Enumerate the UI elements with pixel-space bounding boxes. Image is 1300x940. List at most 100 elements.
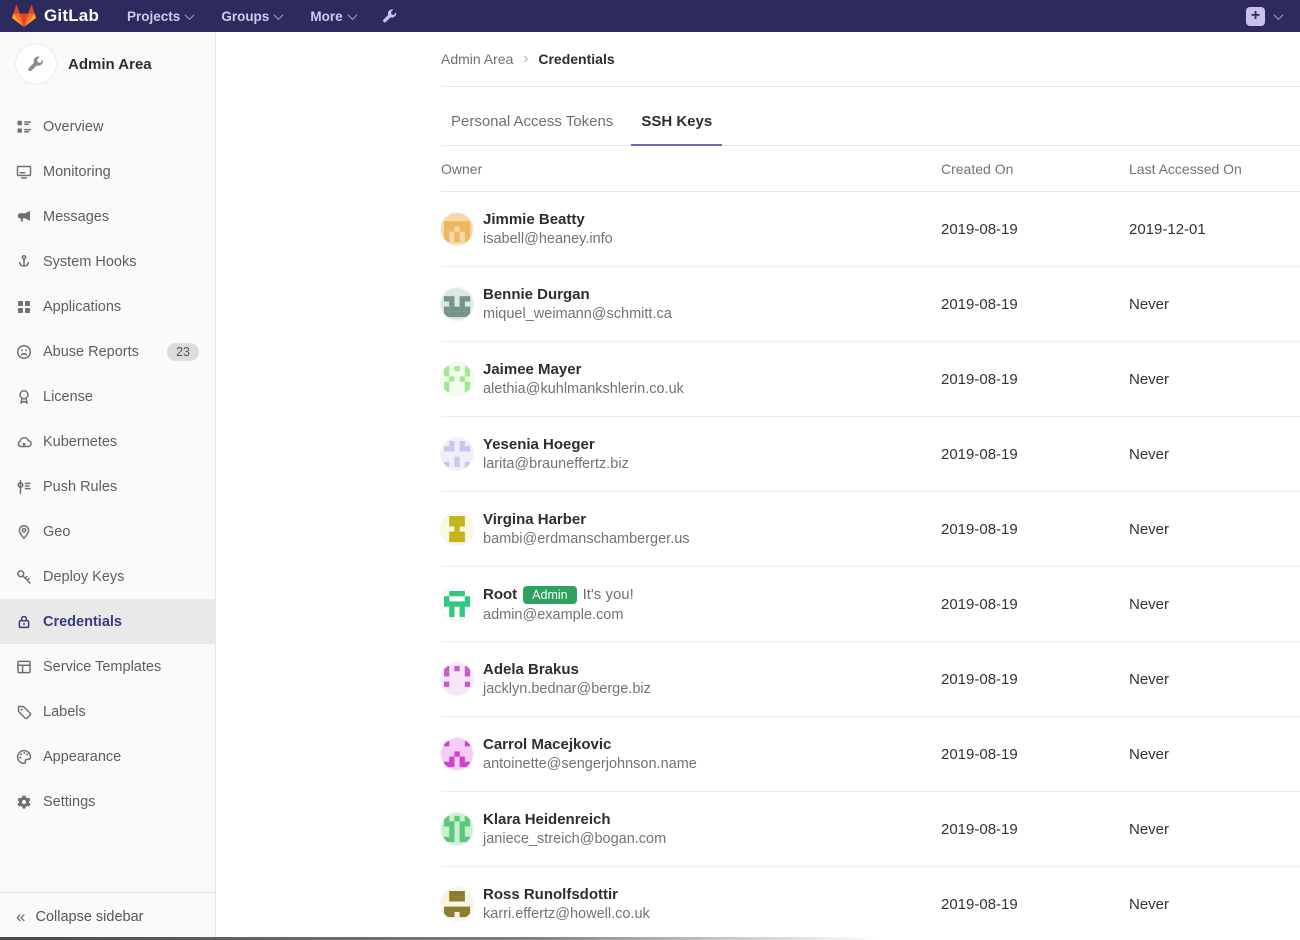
sidebar-item-label: Deploy Keys [43,569,124,585]
tab-personal-access-tokens[interactable]: Personal Access Tokens [441,99,623,146]
user-name: Klara Heidenreich [483,811,611,828]
tag-icon [16,704,32,720]
sidebar-item-label: Overview [43,119,103,135]
sidebar-item-settings[interactable]: Settings [0,779,215,824]
hook-icon [16,254,32,270]
lock-icon [16,614,32,630]
user-name: Carrol Macejkovic [483,736,611,753]
user-name: Jimmie Beatty [483,211,585,228]
created-on-cell: 2019-08-19 [941,821,1129,838]
user-email: antoinette@sengerjohnson.name [483,756,697,772]
owner-cell: Root Admin It's you! admin@example.com [441,586,941,623]
user-email: larita@brauneffertz.biz [483,456,629,472]
layout-icon [16,659,32,675]
owner-cell: Yesenia Hoeger larita@brauneffertz.biz [441,436,941,472]
sidebar-item-monitoring[interactable]: Monitoring [0,149,215,194]
created-on-cell: 2019-08-19 [941,896,1129,913]
collapse-sidebar-button[interactable]: « Collapse sidebar [0,892,215,940]
table-row: Bennie Durgan miquel_weimann@schmitt.ca … [441,267,1300,342]
credentials-tabs: Personal Access Tokens SSH Keys [441,87,1300,146]
sidebar-context-header[interactable]: Admin Area [0,32,215,96]
user-avatar [441,888,473,920]
new-menu-button[interactable]: + [1246,7,1265,26]
sidebar-item-label: Applications [43,299,121,315]
user-avatar [441,363,473,395]
cloud-gear-icon [16,434,32,450]
sidebar-item-service-templates[interactable]: Service Templates [0,644,215,689]
sidebar-title: Admin Area [68,56,152,73]
owner-cell: Jaimee Mayer alethia@kuhlmankshlerin.co.… [441,361,941,397]
table-row: Virgina Harber bambi@erdmanschamberger.u… [441,492,1300,567]
sidebar-item-applications[interactable]: Applications [0,284,215,329]
nav-menu-more[interactable]: More [296,0,369,32]
created-on-cell: 2019-08-19 [941,446,1129,463]
sidebar-item-push-rules[interactable]: Push Rules [0,464,215,509]
created-on-cell: 2019-08-19 [941,371,1129,388]
sidebar-item-label: License [43,389,93,405]
owner-cell: Carrol Macejkovic antoinette@sengerjohns… [441,736,941,772]
sidebar-item-credentials[interactable]: Credentials [0,599,215,644]
sidebar-item-kubernetes[interactable]: Kubernetes [0,419,215,464]
breadcrumb-admin-area[interactable]: Admin Area [441,51,513,67]
sidebar-item-label: Labels [43,704,86,720]
nav-menu-label: Groups [221,9,269,24]
user-email: alethia@kuhlmankshlerin.co.uk [483,381,684,397]
owner-cell: Klara Heidenreich janiece_streich@bogan.… [441,811,941,847]
user-avatar [441,663,473,695]
last-accessed-cell: Never [1129,596,1300,613]
sidebar-item-system-hooks[interactable]: System Hooks [0,239,215,284]
sidebar-item-label: Appearance [43,749,121,765]
user-name: Virgina Harber [483,511,586,528]
user-email: janiece_streich@bogan.com [483,831,666,847]
tab-ssh-keys[interactable]: SSH Keys [631,99,722,146]
sidebar-item-overview[interactable]: Overview [0,104,215,149]
user-avatar [441,588,473,620]
last-accessed-cell: 2019-12-01 [1129,221,1300,238]
nav-menu-groups[interactable]: Groups [207,0,296,32]
user-avatar [441,438,473,470]
chevron-down-icon [347,10,357,20]
its-you-note: It's you! [583,586,634,603]
sidebar-item-appearance[interactable]: Appearance [0,734,215,779]
sidebar-nav: Overview Monitoring Messages System Hook… [0,104,215,824]
column-last-accessed-on: Last Accessed On [1129,161,1300,177]
last-accessed-cell: Never [1129,371,1300,388]
admin-area-shortcut[interactable] [370,8,410,24]
sidebar-item-messages[interactable]: Messages [0,194,215,239]
column-created-on: Created On [941,161,1129,177]
sidebar-item-abuse-reports[interactable]: Abuse Reports 23 [0,329,215,374]
column-owner: Owner [441,161,941,177]
user-name: Ross Runolfsdottir [483,886,618,903]
location-pin-icon [16,524,32,540]
plus-icon: + [1251,8,1260,24]
wrench-icon [27,55,45,73]
nav-menu-projects[interactable]: Projects [113,0,207,32]
sidebar-item-label: Service Templates [43,659,161,675]
user-name: Bennie Durgan [483,286,590,303]
user-avatar [441,813,473,845]
user-name: Jaimee Mayer [483,361,581,378]
sidebar-item-labels[interactable]: Labels [0,689,215,734]
user-email: karri.effertz@howell.co.uk [483,906,650,922]
owner-cell: Ross Runolfsdottir karri.effertz@howell.… [441,886,941,922]
admin-sidebar: Admin Area Overview Monitoring Messages … [0,32,216,940]
user-avatar [441,513,473,545]
last-accessed-cell: Never [1129,671,1300,688]
last-accessed-cell: Never [1129,821,1300,838]
sidebar-item-label: Settings [43,794,95,810]
sidebar-item-deploy-keys[interactable]: Deploy Keys [0,554,215,599]
new-menu-caret[interactable] [1275,13,1282,20]
user-name: Adela Brakus [483,661,579,678]
sidebar-item-label: Push Rules [43,479,117,495]
sidebar-item-label: Kubernetes [43,434,117,450]
last-accessed-cell: Never [1129,296,1300,313]
gitlab-logo[interactable]: GitLab [12,4,99,28]
sidebar-item-label: Abuse Reports [43,344,139,360]
sidebar-item-geo[interactable]: Geo [0,509,215,554]
sidebar-item-license[interactable]: License [0,374,215,419]
last-accessed-cell: Never [1129,896,1300,913]
navbar-menus: Projects Groups More [113,0,370,32]
breadcrumb: Admin Area › Credentials [441,32,1300,87]
chevron-down-icon [185,10,195,20]
count-badge: 23 [167,343,199,361]
